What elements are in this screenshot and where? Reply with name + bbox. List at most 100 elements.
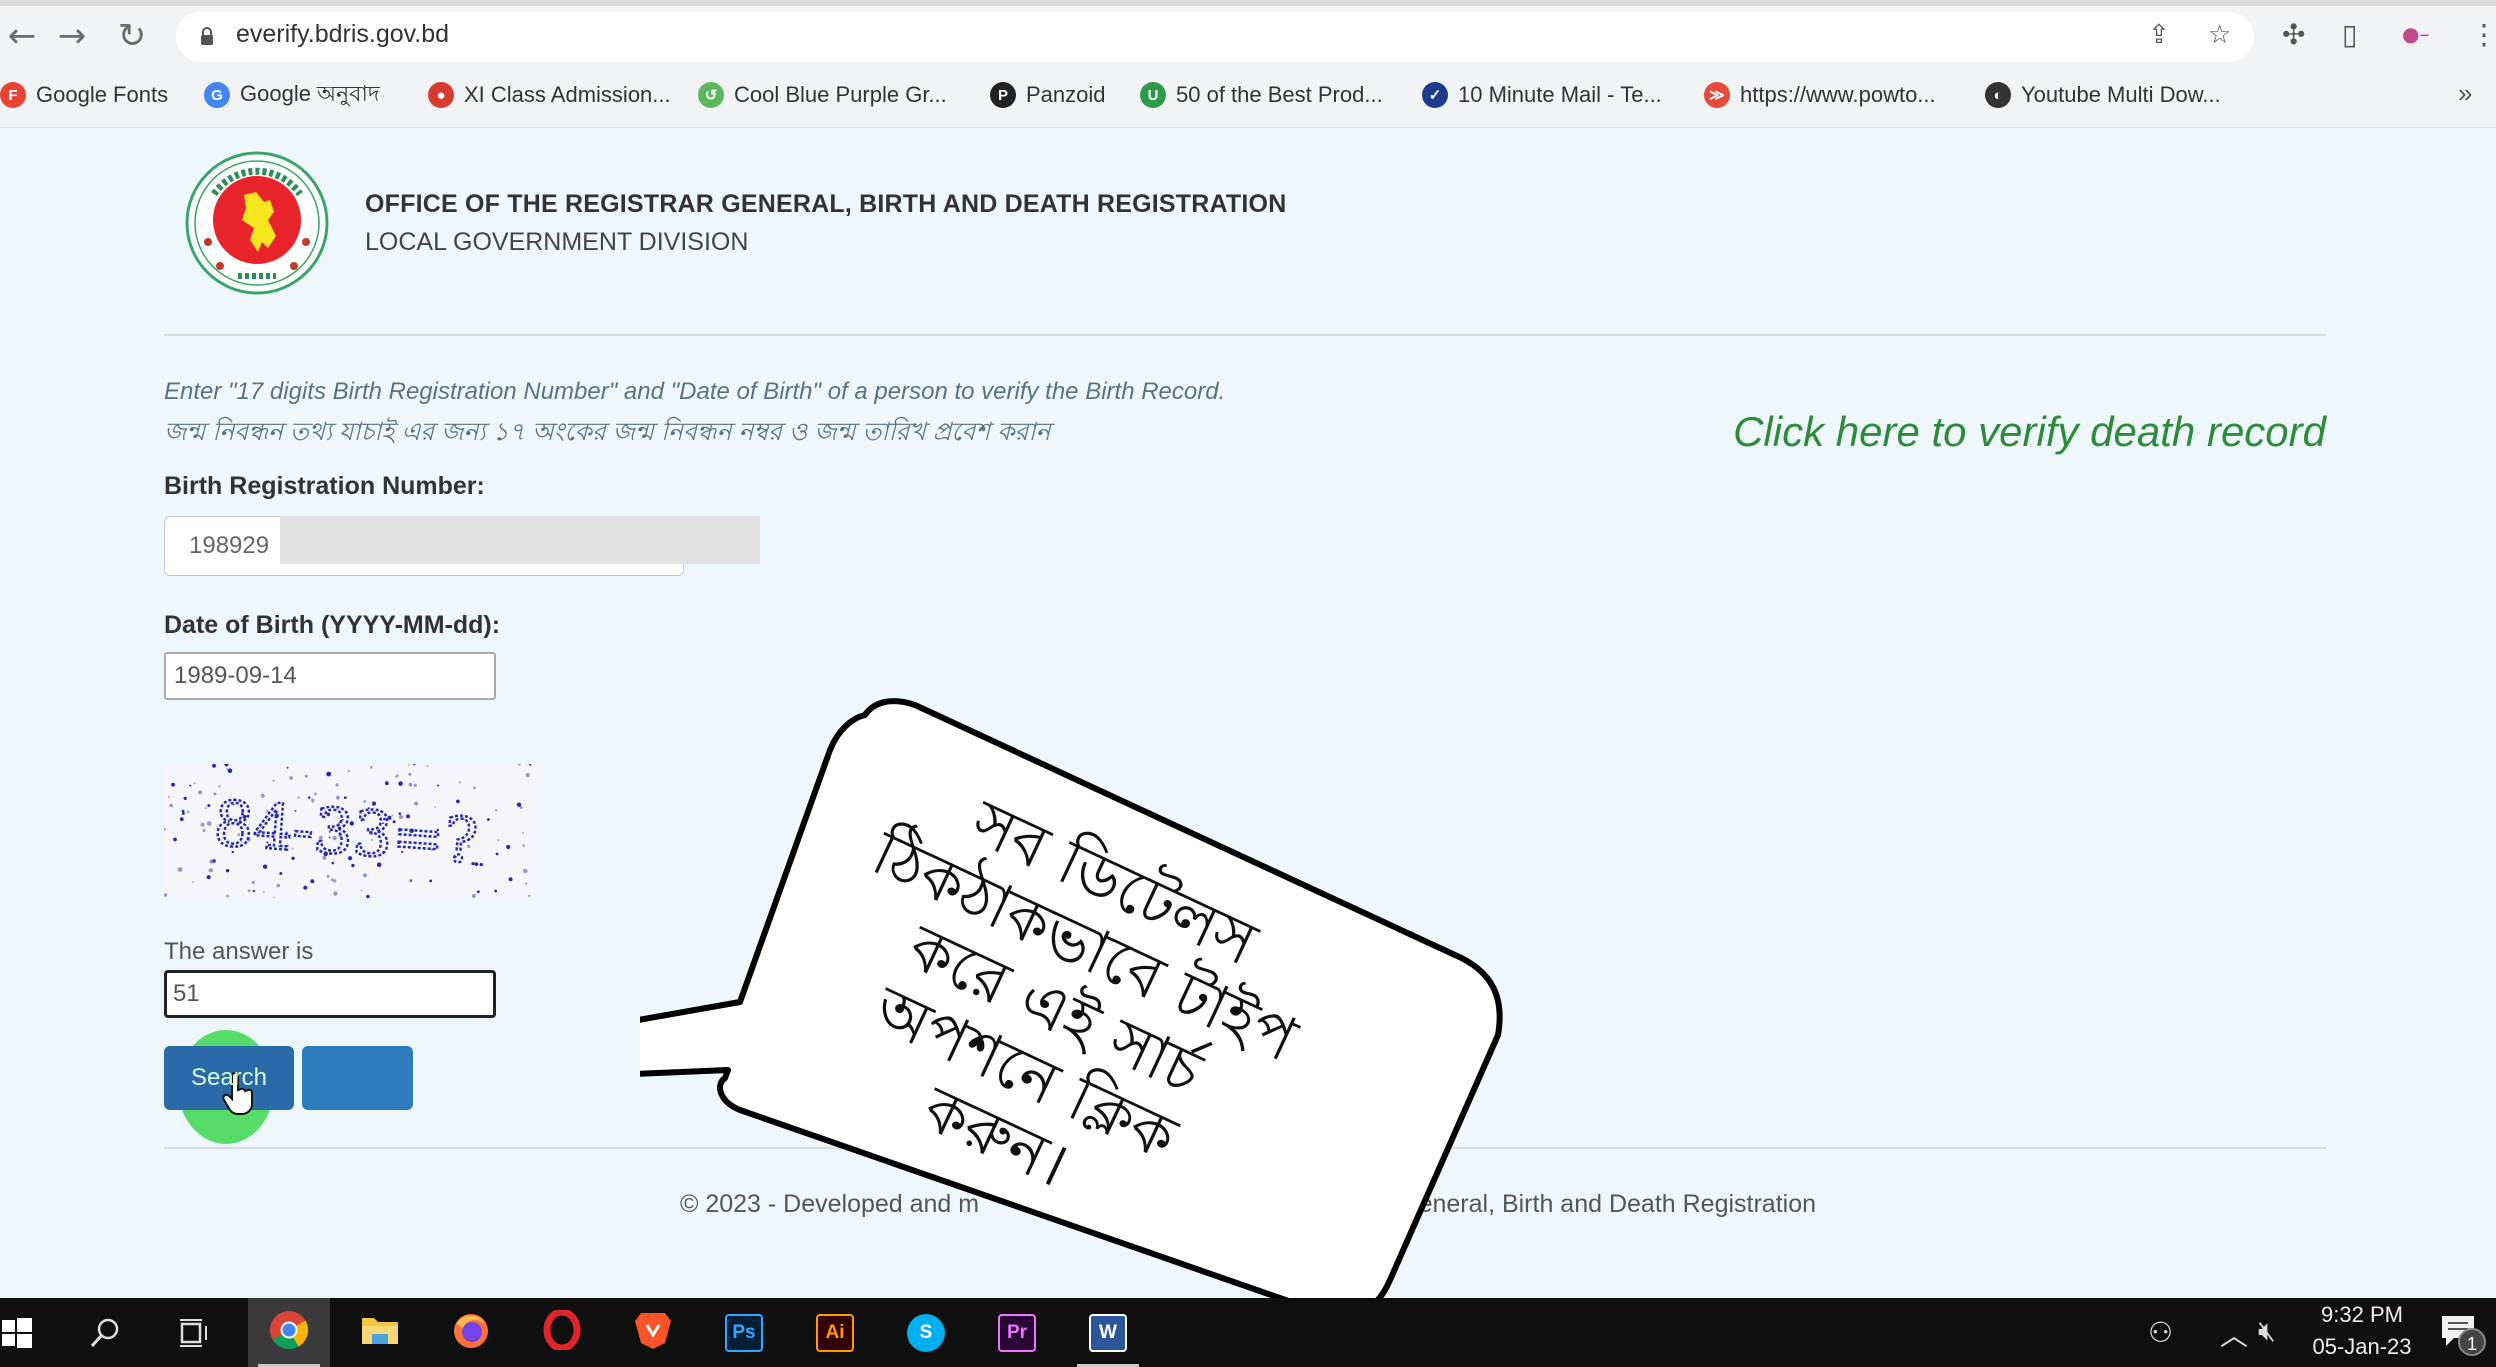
photoshop-icon: Ps <box>725 1313 763 1352</box>
forward-button[interactable]: → <box>50 14 94 58</box>
captcha-noise-dot <box>263 891 265 893</box>
address-bar[interactable] <box>176 12 2254 62</box>
bookmark-item[interactable]: ≫ https://www.powto... <box>1704 78 1936 112</box>
bookmark-item[interactable]: ✓ 10 Minute Mail - Te... <box>1422 78 1662 112</box>
taskbar-app-file-explorer[interactable] <box>339 1298 421 1367</box>
bookmark-item[interactable]: ◐ Youtube Multi Dow... <box>1985 78 2221 112</box>
captcha-noise-dot <box>524 882 528 885</box>
panzoid-icon: P <box>990 82 1016 108</box>
file-explorer-icon <box>360 1312 400 1353</box>
captcha-answer-input[interactable]: 51 <box>164 970 496 1018</box>
gov-bd-icon: ● <box>428 82 454 108</box>
side-panel-icon[interactable]: ▯ <box>2342 18 2357 51</box>
taskbar-app-premiere[interactable]: Pr <box>976 1298 1058 1367</box>
captcha-noise-dot <box>525 773 530 778</box>
task-view-icon[interactable] <box>176 1316 210 1350</box>
captcha-noise-dot <box>251 880 255 885</box>
clock-time[interactable]: 9:32 PM <box>2312 1302 2412 1328</box>
search-icon[interactable] <box>88 1316 122 1350</box>
back-button[interactable]: ← <box>0 14 44 58</box>
taskbar-app-chrome[interactable] <box>248 1298 330 1367</box>
captcha-noise-dot <box>168 795 170 798</box>
captcha-noise-dot <box>506 844 511 850</box>
bookmark-star-icon[interactable]: ☆ <box>2208 20 2231 50</box>
organization-title: OFFICE OF THE REGISTRAR GENERAL, BIRTH A… <box>365 190 1287 218</box>
people-icon[interactable]: ⚇ <box>2148 1316 2173 1349</box>
captcha-noise-dot <box>522 832 524 834</box>
volume-muted-icon[interactable]: 🔇︎ <box>2258 1314 2276 1348</box>
captcha-noise-dot <box>207 804 211 808</box>
taskbar-app-skype[interactable]: S <box>885 1298 967 1367</box>
ten-minute-mail-icon: ✓ <box>1422 82 1448 108</box>
captcha-noise-dot <box>408 764 410 766</box>
bookmark-item[interactable]: ● XI Class Admission... <box>428 78 671 112</box>
taskbar-app-opera[interactable] <box>521 1298 603 1367</box>
reset-button[interactable] <box>302 1046 413 1110</box>
brn-label: Birth Registration Number: <box>164 472 485 500</box>
captcha-noise-dot <box>528 894 531 897</box>
bookmark-label: XI Class Admission... <box>464 82 671 107</box>
captcha-noise-dot <box>426 765 429 767</box>
taskbar-app-brave[interactable] <box>612 1298 694 1367</box>
url-text[interactable]: everify.bdris.gov.bd <box>236 20 449 49</box>
captcha-noise-dot <box>177 867 183 872</box>
taskbar-app-photoshop[interactable]: Ps <box>703 1298 785 1367</box>
captcha-noise-dot <box>413 783 417 787</box>
bookmark-item[interactable]: G Google অনুবাদ <box>204 78 379 112</box>
bookmark-label: Cool Blue Purple Gr... <box>734 82 947 107</box>
captcha-noise-dot <box>173 837 177 842</box>
google-fonts-icon: F <box>0 82 26 108</box>
chrome-icon <box>269 1310 309 1355</box>
captcha-noise-dot <box>330 878 334 882</box>
captcha-noise-dot <box>206 875 211 880</box>
taskbar-app-firefox[interactable] <box>430 1298 512 1367</box>
bookmark-item[interactable]: P Panzoid <box>990 78 1106 112</box>
captcha-noise-dot <box>193 782 196 785</box>
captcha-noise-dot <box>335 783 339 787</box>
captcha-noise-dot <box>186 810 190 813</box>
date-of-birth-input[interactable]: 1989-09-14 <box>164 652 496 700</box>
captcha-image: 84-33=? <box>164 764 538 898</box>
captcha-noise-dot <box>286 766 289 769</box>
captcha-noise-dot <box>333 891 338 896</box>
search-button-label: Search <box>190 1064 268 1091</box>
reload-button[interactable]: ↻ <box>110 14 154 58</box>
premiere-icon: Pr <box>998 1313 1036 1352</box>
show-hidden-icons-chevron[interactable]: ︿ <box>2220 1314 2248 1354</box>
clock-date[interactable]: 05-Jan-23 <box>2304 1334 2420 1360</box>
bookmark-item[interactable]: U 50 of the Best Prod... <box>1140 78 1383 112</box>
captcha-noise-dot <box>508 877 513 882</box>
bookmark-label: Google Fonts <box>36 82 169 107</box>
share-icon[interactable]: ⇪ <box>2148 20 2170 50</box>
captcha-noise-dot <box>225 869 230 873</box>
taskbar-app-word[interactable]: W <box>1067 1298 1149 1367</box>
captcha-noise-dot <box>192 881 194 883</box>
menu-icon[interactable]: ⋮ <box>2470 18 2496 51</box>
captcha-noise-dot <box>476 890 480 894</box>
captcha-noise-dot <box>212 859 216 863</box>
bookmark-item[interactable]: ↺ Cool Blue Purple Gr... <box>698 78 947 112</box>
captcha-noise-dot <box>262 864 268 869</box>
header-divider <box>164 334 2326 336</box>
captcha-noise-dot <box>326 874 330 878</box>
captcha-noise-dot <box>479 862 483 867</box>
more-bookmarks-button[interactable]: » <box>2458 78 2472 109</box>
windows-start-icon[interactable] <box>2 1318 32 1348</box>
captcha-noise-dot <box>206 821 212 826</box>
google-translate-icon: G <box>204 82 230 108</box>
powtoon-icon: ≫ <box>1704 82 1730 108</box>
captcha-noise-dot <box>408 880 411 883</box>
verify-death-record-link[interactable]: Click here to verify death record <box>1733 408 2326 456</box>
captcha-noise-dot <box>487 818 490 821</box>
extensions-icon[interactable]: ✣ <box>2282 18 2305 51</box>
captcha-noise-dot <box>276 883 280 888</box>
answer-value: 51 <box>173 980 200 1007</box>
bookmark-item[interactable]: F Google Fonts <box>0 78 168 112</box>
captcha-noise-dot <box>370 765 373 769</box>
captcha-noise-dot <box>226 768 228 770</box>
captcha-noise-dot <box>198 790 203 795</box>
captcha-noise-dot <box>289 776 293 780</box>
taskbar-app-illustrator[interactable]: Ai <box>794 1298 876 1367</box>
profile-icon[interactable]: ●– <box>2402 22 2429 46</box>
captcha-noise-dot <box>473 786 476 790</box>
